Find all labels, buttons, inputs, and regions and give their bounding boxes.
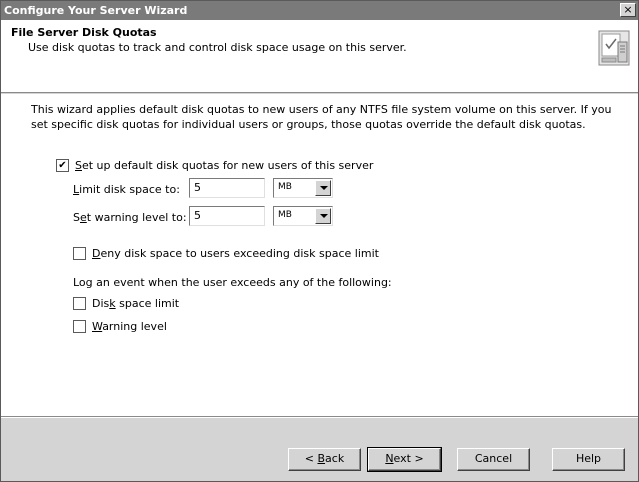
checkmark-icon: ✔	[58, 159, 67, 171]
warning-input[interactable]: 5	[189, 206, 265, 226]
log-disk-limit-label: Disk space limit	[92, 297, 180, 310]
deny-label: Deny disk space to users exceeding disk …	[92, 247, 379, 260]
chevron-down-icon[interactable]	[315, 180, 331, 196]
log-event-label: Log an event when the user exceeds any o…	[73, 276, 392, 289]
footer-divider-highlight	[1, 417, 638, 418]
log-disk-limit-option[interactable]: Disk space limit	[73, 297, 179, 310]
cancel-button[interactable]: Cancel	[457, 448, 530, 471]
wizard-window: Configure Your Server Wizard × File Serv…	[0, 0, 639, 482]
default-quotas-label: Set up default disk quotas for new users…	[75, 159, 374, 172]
warning-label: Set warning level to:	[73, 211, 187, 224]
warning-unit-select[interactable]: MB	[273, 206, 333, 226]
chevron-down-icon[interactable]	[315, 208, 331, 224]
limit-label: Limit disk space to:	[73, 183, 180, 196]
close-icon: ×	[623, 3, 633, 16]
page-subtitle: Use disk quotas to track and control dis…	[28, 41, 407, 54]
wizard-content: This wizard applies default disk quotas …	[1, 94, 638, 416]
limit-input[interactable]: 5	[189, 178, 265, 198]
wizard-header: File Server Disk Quotas Use disk quotas …	[1, 20, 638, 93]
log-warning-option[interactable]: Warning level	[73, 320, 167, 333]
server-disk-quota-icon	[598, 30, 630, 66]
close-button[interactable]: ×	[620, 3, 636, 17]
deny-checkbox[interactable]	[73, 247, 86, 260]
deny-option[interactable]: Deny disk space to users exceeding disk …	[73, 247, 379, 260]
log-warning-label: Warning level	[92, 320, 167, 333]
window-title: Configure Your Server Wizard	[4, 4, 188, 17]
intro-text: This wizard applies default disk quotas …	[31, 103, 612, 131]
page-title: File Server Disk Quotas	[11, 26, 157, 39]
limit-unit-value: MB	[278, 182, 292, 192]
warning-unit-value: MB	[278, 210, 292, 220]
default-quotas-option[interactable]: ✔ Set up default disk quotas for new use…	[56, 159, 373, 172]
limit-unit-select[interactable]: MB	[273, 178, 333, 198]
title-bar[interactable]: Configure Your Server Wizard ×	[1, 1, 638, 20]
back-button[interactable]: < Back	[288, 448, 361, 471]
next-button[interactable]: Next >	[367, 447, 442, 472]
default-quotas-checkbox[interactable]: ✔	[56, 159, 69, 172]
help-button[interactable]: Help	[552, 448, 625, 471]
log-warning-checkbox[interactable]	[73, 320, 86, 333]
log-disk-limit-checkbox[interactable]	[73, 297, 86, 310]
